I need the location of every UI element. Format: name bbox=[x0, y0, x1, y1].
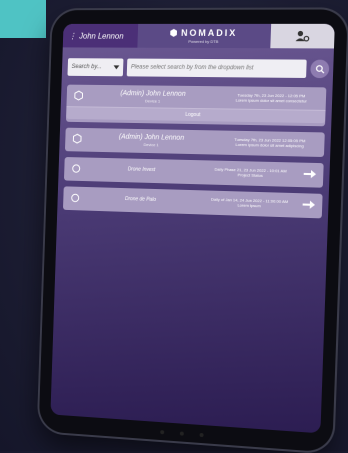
session-card[interactable]: Drone de Palo Daily of Jan 14, 24 Jun 20… bbox=[62, 186, 323, 219]
session-card[interactable]: (Admin) John Lennon Device 1 Tuesday 7th… bbox=[65, 84, 327, 127]
arrow-right-icon[interactable] bbox=[303, 169, 318, 180]
menu-dots-icon: ⋮ bbox=[68, 31, 77, 41]
session-card[interactable]: (Admin) John Lennon Device 1 Tuesday 7th… bbox=[64, 127, 325, 158]
search-input[interactable]: Please select search by from the dropdow… bbox=[126, 58, 307, 78]
hexagon-icon bbox=[72, 90, 84, 102]
search-by-value: Search by... bbox=[71, 64, 102, 71]
session-meta-line: Lorem ipsum dolor sit amet adipiscing bbox=[235, 141, 304, 149]
session-meta-line: Lorem ipsum dolor sit amet consectetur bbox=[235, 97, 307, 104]
circle-icon bbox=[69, 191, 81, 203]
tablet-screen: ⋮ John Lennon NOMADIX Powered by DTB Sea… bbox=[50, 23, 335, 434]
circle-icon bbox=[70, 162, 82, 174]
top-bar: ⋮ John Lennon NOMADIX Powered by DTB bbox=[62, 23, 335, 49]
home-dot bbox=[160, 430, 165, 435]
brand-logo: NOMADIX Powered by DTB bbox=[137, 23, 272, 49]
arrow-right-icon[interactable] bbox=[301, 199, 316, 210]
brand-subtitle: Powered by DTB bbox=[188, 38, 219, 44]
session-name: Drone de Palo bbox=[124, 196, 157, 203]
tablet-device: ⋮ John Lennon NOMADIX Powered by DTB Sea… bbox=[38, 9, 348, 453]
session-card[interactable]: Drone Invest Daily Phase 21, 23 Jun 2022… bbox=[63, 157, 324, 188]
home-dot bbox=[199, 432, 204, 438]
search-bar: Search by... Please select search by fro… bbox=[67, 57, 330, 79]
search-button[interactable] bbox=[310, 59, 330, 79]
account-settings-button[interactable] bbox=[270, 23, 335, 49]
chevron-down-icon bbox=[113, 65, 120, 70]
hexagon-icon bbox=[71, 133, 83, 145]
user-name: John Lennon bbox=[79, 31, 124, 41]
session-name: Drone Invest bbox=[127, 166, 156, 174]
user-gear-icon bbox=[295, 30, 310, 42]
logout-button[interactable]: Logout bbox=[66, 106, 326, 124]
search-icon bbox=[315, 64, 325, 73]
teal-corner-accent bbox=[0, 0, 46, 38]
search-by-dropdown[interactable]: Search by... bbox=[67, 58, 124, 77]
nomadix-logo-icon bbox=[170, 29, 177, 37]
session-subtitle: Device 1 bbox=[144, 97, 161, 104]
brand-name: NOMADIX bbox=[180, 27, 238, 38]
user-menu[interactable]: ⋮ John Lennon bbox=[62, 23, 139, 48]
home-dot bbox=[179, 431, 184, 436]
